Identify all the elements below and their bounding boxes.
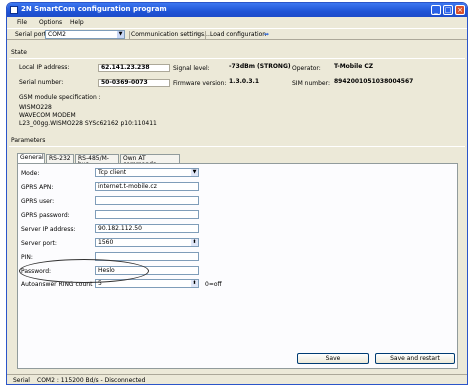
operator-label: Operator: bbox=[292, 65, 321, 72]
gprs-user-input[interactable] bbox=[95, 196, 199, 205]
menu-bar: File Options Help bbox=[7, 17, 467, 27]
minimize-icon[interactable]: _ bbox=[431, 5, 441, 15]
save-button[interactable]: Save bbox=[297, 353, 369, 364]
load-configuration-button[interactable]: Load configuration bbox=[210, 31, 266, 38]
divider bbox=[9, 146, 465, 147]
main-window: 2N SmartCom configuration program _ □ × … bbox=[6, 2, 468, 385]
serial-port-value: COM2 bbox=[48, 31, 66, 38]
save-and-restart-button[interactable]: Save and restart bbox=[375, 353, 455, 364]
gprs-apn-label: GPRS APN: bbox=[21, 184, 54, 191]
chevron-down-icon: ▼ bbox=[117, 31, 124, 38]
firmware-label: Firmware version: bbox=[173, 80, 227, 87]
tab-rs485-mbus[interactable]: RS-485/M-bus bbox=[75, 154, 119, 168]
toolbar-separator bbox=[129, 31, 130, 39]
settings-icon: ✎ bbox=[195, 31, 201, 38]
gsm-spec-line: WISMO228 bbox=[19, 104, 52, 111]
spin-icon[interactable]: ⬍ bbox=[191, 239, 198, 246]
signal-value: -73dBm (STRONG) bbox=[227, 64, 295, 72]
close-icon[interactable]: × bbox=[455, 5, 465, 15]
server-port-stepper[interactable]: 1560 ⬍ bbox=[95, 238, 199, 247]
gsm-spec-line: WAVECOM MODEM bbox=[19, 112, 76, 119]
gprs-password-label: GPRS password: bbox=[21, 212, 70, 219]
menu-options[interactable]: Options bbox=[39, 19, 62, 26]
status-mode: Serial bbox=[13, 377, 30, 384]
gprs-user-label: GPRS user: bbox=[21, 198, 55, 205]
serial-port-label: Serial port bbox=[15, 31, 47, 38]
status-port-info: COM2 : 115200 Bd/s - Disconnected bbox=[37, 377, 146, 384]
state-heading: State bbox=[11, 49, 27, 56]
window-title: 2N SmartCom configuration program bbox=[21, 5, 167, 13]
server-port-value: 1560 bbox=[98, 239, 114, 246]
divider bbox=[9, 58, 465, 59]
menu-help[interactable]: Help bbox=[70, 19, 84, 26]
title-bar: 2N SmartCom configuration program _ □ × bbox=[7, 3, 467, 17]
firmware-value: 1.3.0.3.1 bbox=[227, 79, 287, 87]
parameters-heading: Parameters bbox=[11, 137, 46, 144]
status-bar: Serial COM2 : 115200 Bd/s - Disconnected bbox=[7, 374, 467, 384]
local-ip-value: 62.141.23.238 bbox=[98, 64, 170, 72]
toolbar-separator bbox=[205, 31, 206, 39]
menu-file[interactable]: File bbox=[17, 19, 27, 26]
pin-label: PIN: bbox=[21, 254, 33, 261]
signal-label: Signal level: bbox=[173, 65, 210, 72]
gprs-password-input[interactable] bbox=[95, 210, 199, 219]
mode-select[interactable]: Tcp client ▼ bbox=[95, 168, 199, 177]
local-ip-label: Local IP address: bbox=[19, 64, 70, 71]
serial-value: 50-0369-0073 bbox=[98, 79, 170, 87]
autoanswer-hint: 0=off bbox=[205, 281, 222, 288]
arrow-right-icon: ➡ bbox=[264, 31, 270, 38]
server-ip-label: Server IP address: bbox=[21, 226, 76, 233]
sim-label: SIM number: bbox=[292, 80, 330, 87]
maximize-icon[interactable]: □ bbox=[443, 5, 453, 15]
sim-value: 8942001051038004567 bbox=[332, 79, 442, 87]
spin-icon[interactable]: ⬍ bbox=[191, 280, 198, 287]
mode-value: Tcp client bbox=[98, 169, 127, 176]
gsm-spec-label: GSM module specification : bbox=[19, 94, 101, 101]
mode-label: Mode: bbox=[21, 170, 40, 177]
server-port-label: Server port: bbox=[21, 240, 57, 247]
serial-label: Serial number: bbox=[19, 79, 64, 86]
server-ip-input[interactable]: 90.182.112.50 bbox=[95, 224, 199, 233]
gsm-spec-line: L23_00gg.WISMO228 SYSc62162 p10:110411 bbox=[19, 120, 157, 127]
tab-own-at-commands[interactable]: Own AT commands bbox=[120, 154, 180, 168]
tab-rs232[interactable]: RS-232 bbox=[46, 154, 74, 163]
serial-port-select[interactable]: COM2 ▼ bbox=[45, 30, 125, 39]
toolbar: Serial port COM2 ▼ Communication setting… bbox=[7, 28, 467, 40]
chevron-down-icon: ▼ bbox=[191, 169, 198, 176]
operator-value: T-Mobile CZ bbox=[332, 64, 392, 72]
gprs-apn-input[interactable]: internet.t-mobile.cz bbox=[95, 182, 199, 191]
tab-general[interactable]: General bbox=[17, 153, 45, 163]
highlight-ellipse bbox=[19, 259, 149, 283]
app-icon bbox=[10, 6, 18, 14]
